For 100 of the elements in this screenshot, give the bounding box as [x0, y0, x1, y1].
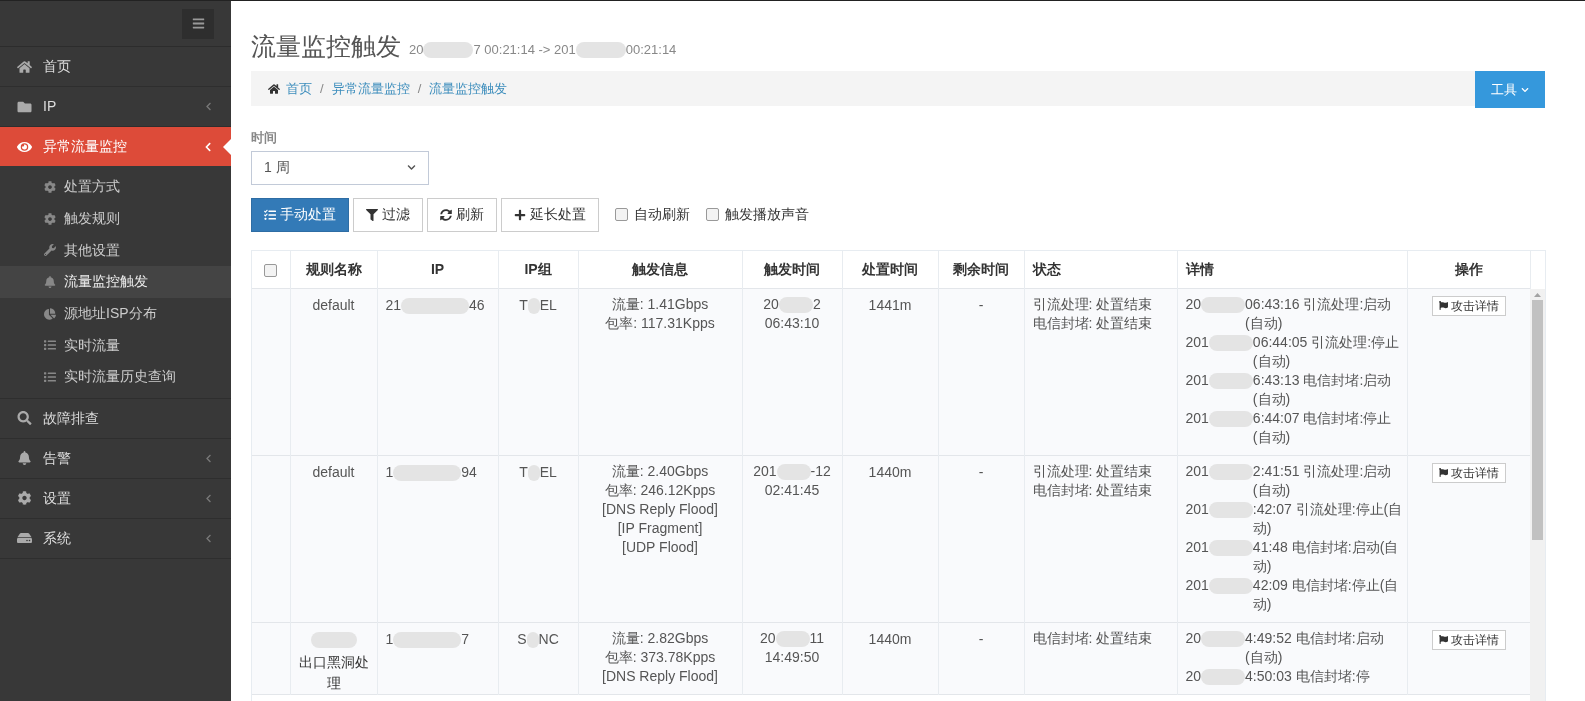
breadcrumb-link[interactable]: 首页	[286, 78, 312, 99]
pointer-notch	[223, 139, 231, 155]
scrollbar[interactable]	[1530, 289, 1545, 701]
table-cell-text: 包率: 246.12Kpps	[603, 481, 717, 500]
table-cell: 201	[753, 463, 777, 479]
table-cell: T	[519, 297, 528, 313]
breadcrumb-link[interactable]: 异常流量监控	[331, 78, 410, 99]
sidebar-item[interactable]: 故障排查	[0, 398, 231, 438]
redaction-blur	[526, 632, 539, 649]
breadcrumb-link[interactable]: 流量监控触发	[429, 78, 508, 99]
toolbar-button[interactable]: 延长处置	[501, 197, 599, 232]
table-cell-text: 包率: 373.78Kpps	[603, 648, 717, 667]
submenu-item[interactable]: 源地址ISP分布	[0, 297, 231, 330]
submenu-label: 实时流量	[64, 335, 120, 355]
submenu-item[interactable]: 其他设置	[0, 234, 231, 267]
menu-icon	[191, 17, 205, 30]
flag-icon	[1438, 635, 1448, 644]
sidebar-item[interactable]: 告警	[0, 438, 231, 478]
table-cell: 46	[469, 297, 485, 313]
redaction-blur	[401, 298, 470, 315]
column-header: 触发时间	[742, 250, 842, 289]
gear-icon	[44, 180, 56, 193]
table-cell: 20	[759, 630, 776, 646]
sidebar-item[interactable]: 首页	[0, 47, 231, 86]
table-cell-text: [DNS Reply Flood]	[601, 500, 719, 519]
submenu-label: 源地址ISP分布	[64, 304, 157, 324]
eye-icon	[17, 139, 32, 154]
submenu-item[interactable]: 处置方式	[0, 171, 231, 203]
toolbar-button[interactable]: 手动处置	[251, 197, 349, 232]
redaction-blur	[775, 631, 810, 648]
redaction-blur	[1208, 411, 1253, 428]
sidebar-item[interactable]: 设置	[0, 478, 231, 518]
table-cell-text: 电信封堵: 处置结束	[1032, 481, 1154, 500]
table-cell-text: 电信封堵: 处置结束	[1032, 629, 1154, 648]
sidebar-label: 设置	[43, 488, 72, 508]
time-select[interactable]: 1 周	[251, 150, 429, 185]
checkbox[interactable]	[264, 263, 278, 277]
column-header: IP	[377, 250, 498, 289]
column-header: IP组	[498, 250, 578, 289]
attack-details-button[interactable]: 攻击详情	[1431, 462, 1506, 483]
redaction-blur	[1208, 464, 1253, 481]
redaction-blur	[778, 297, 813, 314]
submenu-label: 实时流量历史查询	[64, 367, 176, 387]
sidebar-item[interactable]: 系统	[0, 518, 231, 558]
column-header: 处置时间	[842, 250, 938, 289]
table-cell: EL	[539, 297, 557, 313]
scroll-up-arrow-icon[interactable]	[1534, 293, 1541, 297]
list-icon	[44, 370, 56, 383]
folder-icon	[17, 99, 32, 114]
attack-details-button[interactable]: 攻击详情	[1431, 629, 1506, 650]
chevron-icon	[204, 453, 213, 463]
bell-icon	[17, 451, 32, 466]
submenu-label: 处置方式	[64, 177, 120, 197]
date-range: 00:21:14	[625, 41, 677, 57]
table-cell-text: 电信封堵: 处置结束	[1032, 314, 1154, 333]
checkbox[interactable]	[706, 208, 719, 221]
chevron-icon	[407, 163, 416, 172]
sidebar-label: 系统	[43, 528, 72, 548]
menu-toggle-button[interactable]	[182, 8, 214, 39]
redaction-blur	[393, 632, 462, 649]
table-cell: 11	[809, 630, 825, 646]
table-cell: 201	[1185, 372, 1209, 388]
chevron-icon	[204, 102, 213, 111]
submenu-label: 触发规则	[64, 209, 120, 229]
table-cell: :42:07 引流处理:停止(自动)	[1252, 500, 1403, 538]
table-cell-text: [DNS Reply Flood]	[601, 667, 719, 686]
field-label: 时间	[251, 129, 278, 147]
table-cell: 94	[461, 464, 477, 480]
sidebar-label: 告警	[43, 448, 72, 468]
sidebar-item[interactable]: 异常流量监控	[0, 127, 231, 166]
table-cell: 06:43:10	[764, 315, 820, 331]
list-icon	[264, 208, 276, 221]
sidebar-item[interactable]: IP	[0, 87, 231, 126]
redaction-blur	[1201, 297, 1246, 314]
table-cell: 1440m	[868, 631, 912, 647]
table-cell: EL	[539, 464, 557, 480]
table-cell-text: 6:44:07 电信封堵:停止(自动)	[1252, 409, 1393, 447]
list-icon	[44, 339, 56, 352]
toolbar-button[interactable]: 刷新	[427, 197, 497, 232]
redaction-blur	[1208, 335, 1253, 352]
attack-details-button[interactable]: 攻击详情	[1431, 295, 1506, 316]
breadcrumb-separator: /	[320, 79, 324, 98]
toolbar-button[interactable]: 过滤	[353, 197, 423, 232]
table-cell-text: [UDP Flood]	[621, 538, 699, 557]
submenu-label: 流量监控触发	[64, 272, 148, 292]
table-cell: 201	[1185, 501, 1209, 517]
flag-icon	[1438, 301, 1448, 310]
submenu-label: 其他设置	[64, 240, 120, 260]
table-cell: 20	[1185, 296, 1202, 312]
table-cell-text: 引流处理: 处置结束	[1032, 462, 1154, 481]
column-header: 操作	[1407, 250, 1530, 289]
checkbox[interactable]	[615, 208, 628, 221]
submenu-item[interactable]: 触发规则	[0, 202, 231, 235]
date-range: 7 00:21:14 -> 201	[473, 41, 576, 57]
sidebar-label: 故障排查	[43, 408, 100, 428]
submenu-item[interactable]: 实时流量	[0, 329, 231, 362]
redaction-blur	[575, 42, 626, 59]
submenu-item[interactable]: 流量监控触发	[0, 266, 231, 298]
submenu-item[interactable]: 实时流量历史查询	[0, 361, 231, 393]
column-header: 状态	[1024, 250, 1177, 289]
